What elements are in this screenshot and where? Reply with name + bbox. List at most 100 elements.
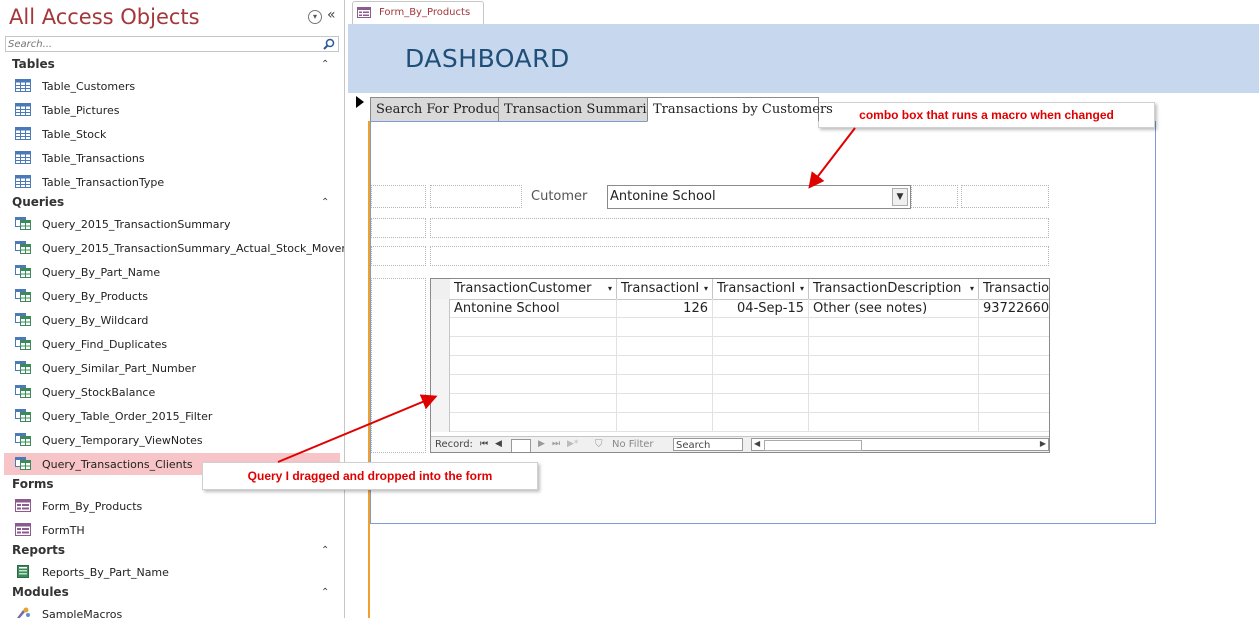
select-all-corner[interactable]: [431, 279, 451, 299]
empty-cell[interactable]: [809, 337, 979, 356]
empty-cell[interactable]: [450, 318, 617, 337]
empty-cell[interactable]: [809, 318, 979, 337]
empty-cell[interactable]: [713, 318, 809, 337]
empty-cell[interactable]: [450, 394, 617, 413]
nav-pane-title[interactable]: All Access Objects: [9, 5, 200, 29]
empty-cell[interactable]: [450, 337, 617, 356]
empty-cell[interactable]: [809, 394, 979, 413]
nav-item-table[interactable]: Table_Transactions: [4, 147, 340, 169]
empty-cell[interactable]: [979, 356, 1049, 375]
empty-cell[interactable]: [450, 356, 617, 375]
nav-item-querie[interactable]: Query_By_Wildcard: [4, 309, 340, 331]
document-tab-form-by-products[interactable]: Form_By_Products: [352, 1, 484, 24]
nav-item-table[interactable]: Table_Customers: [4, 75, 340, 97]
column-header-transaction-description[interactable]: TransactionDescription ▾: [809, 279, 979, 299]
nav-item-querie[interactable]: Query_By_Products: [4, 285, 340, 307]
previous-record-icon[interactable]: ◀: [495, 439, 502, 449]
datasheet-search-box[interactable]: Search: [673, 438, 743, 451]
nav-collapse-icon[interactable]: «: [327, 7, 336, 23]
row-selector[interactable]: [431, 337, 450, 356]
nav-item-querie[interactable]: Query_Table_Order_2015_Filter: [4, 405, 340, 427]
empty-cell[interactable]: [617, 413, 713, 432]
collapse-chevron-icon[interactable]: ⌃: [321, 197, 329, 208]
group-header-tables[interactable]: Tables: [12, 57, 55, 71]
nav-item-table[interactable]: Table_Stock: [4, 123, 340, 145]
empty-cell[interactable]: [713, 413, 809, 432]
nav-item-table[interactable]: Table_Pictures: [4, 99, 340, 121]
nav-item-querie[interactable]: Query_2015_TransactionSummary: [4, 213, 340, 235]
customer-combo-value[interactable]: Antonine School: [610, 189, 716, 204]
empty-cell[interactable]: [450, 413, 617, 432]
customer-combo-box[interactable]: Antonine School ▼: [607, 185, 911, 209]
record-selector-arrow-icon[interactable]: [356, 96, 364, 108]
empty-cell[interactable]: [617, 356, 713, 375]
cell-transaction-id[interactable]: 126: [617, 299, 713, 318]
tab-transaction-summaries[interactable]: Transaction Summaries: [498, 97, 661, 122]
empty-cell[interactable]: [617, 337, 713, 356]
table-row-empty[interactable]: [431, 337, 1049, 356]
nav-item-module[interactable]: SampleMacros: [4, 603, 340, 618]
row-selector[interactable]: [431, 394, 450, 413]
column-header-transaction-other[interactable]: Transaction: [979, 279, 1049, 299]
empty-cell[interactable]: [979, 318, 1049, 337]
nav-search-input[interactable]: [6, 37, 320, 52]
cell-customer[interactable]: Antonine School: [450, 299, 617, 318]
table-row-empty[interactable]: [431, 375, 1049, 394]
cell-description[interactable]: Other (see notes): [809, 299, 979, 318]
tab-transactions-by-customers[interactable]: Transactions by Customers: [647, 97, 833, 122]
collapse-chevron-icon[interactable]: ⌃: [321, 59, 329, 70]
nav-item-form[interactable]: Form_By_Products: [4, 495, 340, 517]
empty-cell[interactable]: [979, 413, 1049, 432]
search-icon[interactable]: [322, 37, 336, 51]
row-selector[interactable]: [431, 356, 450, 375]
nav-item-querie[interactable]: Query_Similar_Part_Number: [4, 357, 340, 379]
new-record-icon[interactable]: ▶*: [567, 439, 578, 449]
nav-item-querie[interactable]: Query_By_Part_Name: [4, 261, 340, 283]
empty-cell[interactable]: [979, 337, 1049, 356]
empty-cell[interactable]: [617, 318, 713, 337]
first-record-icon[interactable]: ⏮: [480, 439, 488, 449]
empty-cell[interactable]: [809, 413, 979, 432]
table-row-empty[interactable]: [431, 356, 1049, 375]
tab-search-for-products[interactable]: Search For Products: [370, 97, 512, 122]
table-row-empty[interactable]: [431, 413, 1049, 432]
empty-cell[interactable]: [713, 337, 809, 356]
empty-cell[interactable]: [617, 394, 713, 413]
column-header-transaction-customer[interactable]: TransactionCustomer ▾: [450, 279, 617, 299]
cell-transaction-date[interactable]: 04-Sep-15: [713, 299, 809, 318]
nav-item-table[interactable]: Table_TransactionType: [4, 171, 340, 193]
empty-cell[interactable]: [979, 394, 1049, 413]
scrollbar-thumb[interactable]: [764, 440, 862, 451]
last-record-icon[interactable]: ⏭: [552, 439, 560, 449]
scroll-left-icon[interactable]: ◀: [754, 439, 760, 448]
group-header-modules[interactable]: Modules: [12, 585, 69, 599]
cell-other[interactable]: 9372266052: [979, 299, 1049, 318]
nav-item-querie[interactable]: Query_2015_TransactionSummary_Actual_Sto…: [4, 237, 344, 259]
empty-cell[interactable]: [617, 375, 713, 394]
sort-filter-dropdown-icon[interactable]: ▾: [970, 279, 974, 299]
row-selector[interactable]: [431, 318, 450, 337]
sort-filter-dropdown-icon[interactable]: ▾: [704, 279, 708, 299]
nav-item-report[interactable]: Reports_By_Part_Name: [4, 561, 340, 583]
group-header-queries[interactable]: Queries: [12, 195, 64, 209]
nav-search-box[interactable]: [5, 36, 339, 52]
row-selector[interactable]: [431, 299, 450, 318]
group-header-forms[interactable]: Forms: [12, 477, 54, 491]
nav-item-querie[interactable]: Query_Temporary_ViewNotes: [4, 429, 340, 451]
sort-filter-dropdown-icon[interactable]: ▾: [608, 279, 612, 299]
sort-filter-dropdown-icon[interactable]: ▾: [800, 279, 804, 299]
column-header-transaction-date[interactable]: TransactionI ▾: [713, 279, 809, 299]
empty-cell[interactable]: [713, 394, 809, 413]
horizontal-scrollbar[interactable]: ◀ ▶: [751, 438, 1049, 451]
current-record-input[interactable]: [511, 439, 531, 452]
empty-cell[interactable]: [809, 375, 979, 394]
no-filter-indicator[interactable]: No Filter: [612, 439, 654, 450]
row-selector[interactable]: [431, 375, 450, 394]
table-row-empty[interactable]: [431, 394, 1049, 413]
transactions-datasheet-subform[interactable]: TransactionCustomer ▾ TransactionI ▾ Trans…: [430, 278, 1050, 453]
row-selector[interactable]: [431, 413, 450, 432]
collapse-chevron-icon[interactable]: ⌃: [321, 545, 329, 556]
empty-cell[interactable]: [713, 356, 809, 375]
column-header-transaction-id[interactable]: TransactionI ▾: [617, 279, 713, 299]
collapse-chevron-icon[interactable]: ⌃: [321, 587, 329, 598]
